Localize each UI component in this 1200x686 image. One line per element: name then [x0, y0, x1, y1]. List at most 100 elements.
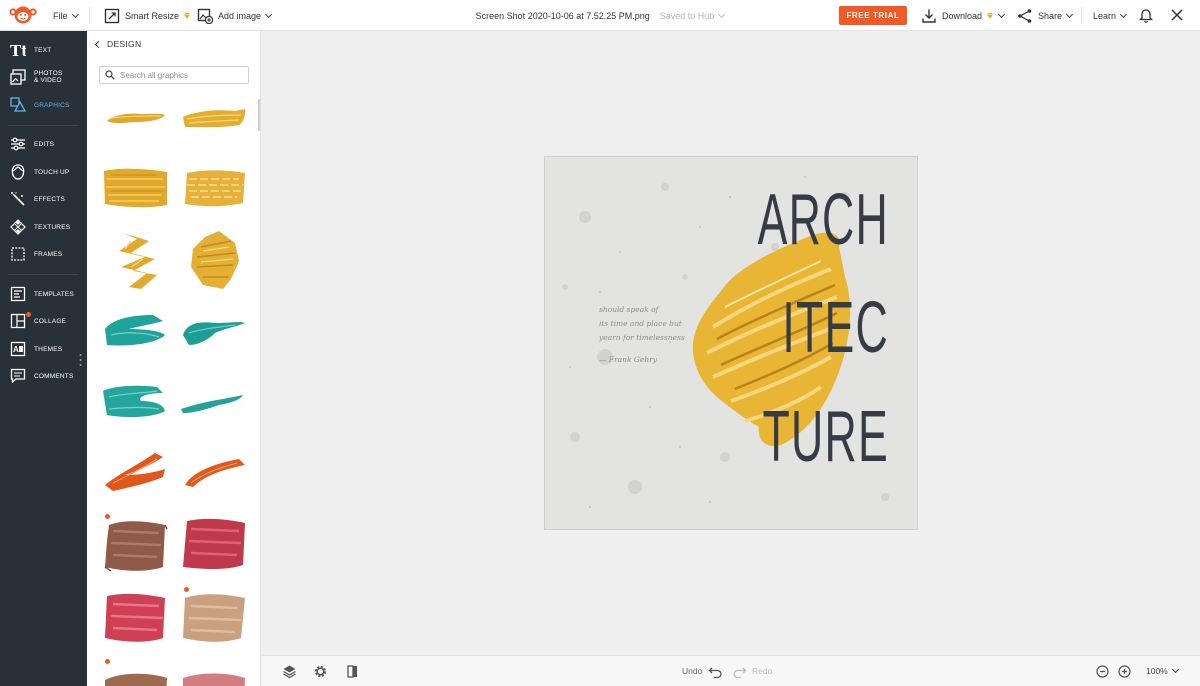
graphic-swatch[interactable] [179, 584, 249, 648]
undo-label[interactable]: Undo [682, 666, 702, 676]
share-label: Share [1038, 10, 1063, 21]
redo-icon[interactable] [732, 664, 747, 679]
save-status[interactable]: Saved to Hub [660, 10, 726, 21]
gold-brush-stroke [104, 168, 167, 208]
svg-text:A: A [13, 345, 19, 354]
graphic-swatch[interactable] [179, 227, 249, 291]
panel-scrollbar[interactable] [258, 99, 260, 131]
teal-brush-stroke [105, 315, 165, 346]
rail-item-comments[interactable]: COMMENTS [0, 364, 87, 388]
download-menu[interactable]: Download [921, 0, 1006, 31]
document-name[interactable]: Screen Shot 2020-10-06 at 7.52.25 PM.png [476, 11, 650, 21]
rail-item-text[interactable]: Tt TEXT [0, 38, 87, 62]
rail-item-label: COMMENTS [34, 372, 74, 380]
rail-item-frames[interactable]: FRAMES [0, 242, 87, 266]
free-trial-button[interactable]: FREE TRIAL [839, 6, 907, 25]
graphic-swatch[interactable] [101, 157, 171, 221]
rail-item-edits[interactable]: EDITS [0, 132, 87, 156]
zoom-out-icon[interactable] [1095, 664, 1110, 679]
gold-brush-stroke [191, 231, 239, 289]
quote-line: its time and place but [599, 319, 682, 328]
tool-rail: Tt TEXT PHOTOS & VIDEO GRAPHICS EDITS TO… [0, 31, 87, 686]
add-image-label: Add image [218, 10, 262, 21]
graphic-swatch[interactable] [101, 511, 171, 575]
graphic-swatch[interactable] [179, 299, 249, 363]
chevron-down-icon [71, 10, 79, 18]
rail-item-touch-up[interactable]: TOUCH UP [0, 160, 87, 184]
magic-wand-icon [11, 192, 25, 206]
zoom-in-icon[interactable] [1117, 664, 1132, 679]
learn-label: Learn [1093, 10, 1117, 21]
gear-icon[interactable] [313, 664, 328, 679]
rail-item-label: FRAMES [34, 250, 63, 258]
graphic-swatch[interactable] [101, 87, 171, 151]
chevron-down-icon [1065, 10, 1074, 18]
graphic-swatch[interactable] [179, 439, 249, 503]
rail-item-label: TEXTURES [34, 223, 71, 231]
design-canvas[interactable]: should speak of its time and place but y… [544, 156, 918, 530]
search-input[interactable] [120, 70, 240, 80]
zoom-level-value: 100% [1146, 666, 1168, 676]
rail-item-textures[interactable]: TEXTURES [0, 215, 87, 239]
rail-item-templates[interactable]: TEMPLATES [0, 282, 87, 306]
graphic-swatch[interactable] [179, 511, 249, 575]
graphic-swatch[interactable] [101, 656, 171, 686]
graphic-swatch[interactable] [179, 371, 249, 435]
rail-item-label: COLLAGE [34, 317, 67, 325]
rail-item-label: TEMPLATES [34, 290, 74, 298]
rose-smear-partial [183, 673, 245, 686]
title-line[interactable]: ARCH [758, 184, 889, 256]
title-line[interactable]: TURE [763, 401, 889, 473]
layers-icon[interactable] [282, 664, 297, 679]
chevron-left-icon [94, 40, 103, 48]
bottom-toolbar: Undo Redo 100% [262, 655, 1200, 686]
gold-brush-stroke [185, 170, 245, 207]
rail-item-effects[interactable]: EFFECTS [0, 187, 87, 211]
top-bar: File Smart Resize Add image Screen Shot … [0, 0, 1200, 31]
back-to-design-button[interactable]: DESIGN [94, 38, 142, 50]
share-menu[interactable]: Share [1017, 0, 1074, 31]
close-icon[interactable] [1170, 8, 1184, 22]
divider [8, 125, 79, 126]
nude-lipstick-smear [183, 594, 245, 642]
panel-resize-handle[interactable] [79, 353, 82, 367]
download-label: Download [942, 10, 983, 21]
rail-item-collage[interactable]: COLLAGE [0, 309, 87, 333]
add-image-menu[interactable]: Add image [197, 0, 273, 31]
panel-title: DESIGN [107, 39, 142, 49]
compare-icon[interactable] [345, 664, 360, 679]
teal-brush-stroke [183, 322, 245, 345]
graphic-swatch[interactable] [179, 656, 249, 686]
new-badge [26, 312, 31, 317]
graphic-swatch[interactable] [101, 299, 171, 363]
graphic-swatch[interactable] [101, 584, 171, 648]
file-menu[interactable]: File [53, 0, 79, 31]
collage-icon [10, 313, 26, 329]
pink-lipstick-smear [105, 593, 165, 642]
rail-item-label: EDITS [34, 140, 55, 148]
graphic-swatch[interactable] [179, 157, 249, 221]
graphic-swatch[interactable] [101, 439, 171, 503]
learn-menu[interactable]: Learn [1093, 0, 1128, 31]
quote-block[interactable]: should speak of its time and place but y… [599, 303, 685, 367]
teal-brush-stroke [181, 395, 243, 413]
comment-icon [10, 368, 26, 384]
text-icon: Tt [10, 42, 26, 58]
title-line[interactable]: ITEC [782, 292, 889, 364]
red-lipstick-smear [183, 518, 245, 569]
rail-item-photos-video[interactable]: PHOTOS & VIDEO [0, 65, 87, 89]
rail-item-graphics[interactable]: GRAPHICS [0, 93, 87, 117]
brown-smear-partial [105, 673, 167, 686]
smart-resize-button[interactable]: Smart Resize [104, 0, 191, 31]
graphic-swatch[interactable] [179, 87, 249, 151]
redo-label[interactable]: Redo [752, 666, 772, 676]
graphic-swatch[interactable] [101, 227, 171, 291]
rail-item-themes[interactable]: A THEMES [0, 337, 87, 361]
undo-icon[interactable] [708, 664, 723, 679]
download-icon [922, 9, 936, 23]
bell-icon[interactable] [1138, 7, 1154, 23]
graphic-swatch[interactable] [101, 371, 171, 435]
picmonkey-logo-icon[interactable] [8, 4, 38, 26]
zoom-level-select[interactable]: 100% [1146, 665, 1179, 676]
svg-text:Tt: Tt [10, 42, 26, 58]
